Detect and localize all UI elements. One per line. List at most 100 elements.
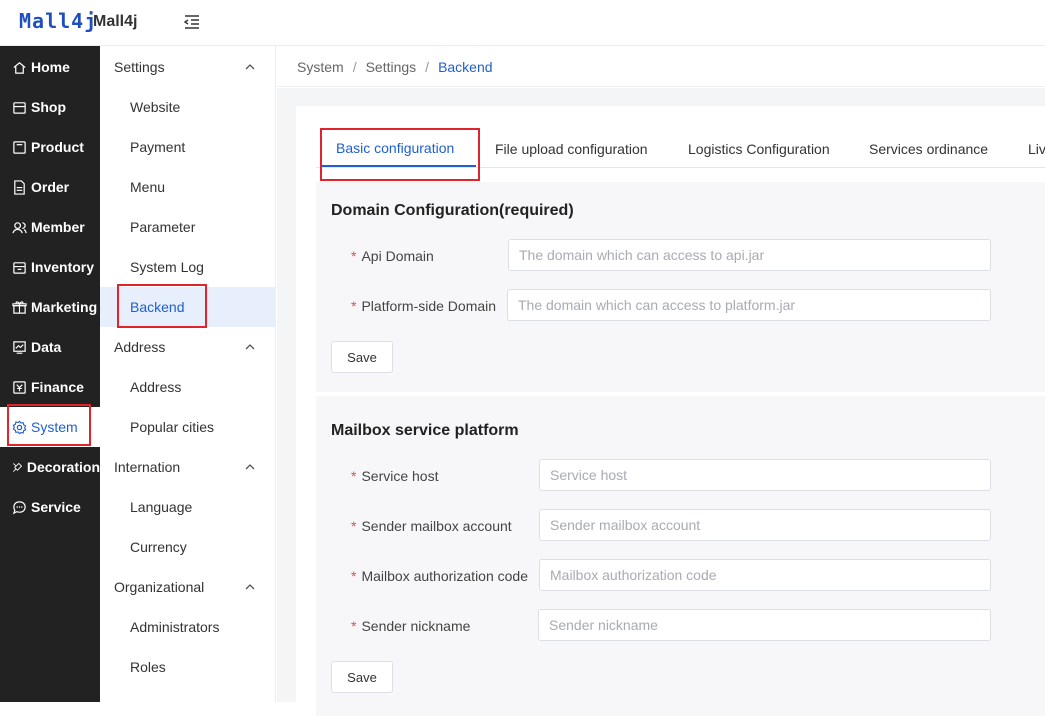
- nav-label: Product: [31, 139, 84, 155]
- shop-icon: [13, 101, 26, 114]
- label-text: Api Domain: [361, 248, 434, 264]
- submenu-item-roles[interactable]: Roles: [100, 647, 276, 687]
- nav-label: Decoration: [26, 459, 100, 475]
- chevron-up-icon: [245, 344, 255, 350]
- nav-item-order[interactable]: Order: [0, 167, 100, 207]
- nav-label: Data: [31, 339, 62, 355]
- gift-icon: [12, 300, 27, 314]
- nav-item-shop[interactable]: Shop: [0, 87, 100, 127]
- nav-item-decoration[interactable]: Decoration: [0, 447, 100, 487]
- tab-live[interactable]: Live: [1028, 141, 1045, 157]
- submenu-group-address[interactable]: Address: [100, 327, 276, 367]
- chart-icon: [13, 340, 26, 354]
- submenu-item-backend[interactable]: Backend: [100, 287, 276, 327]
- save-mailbox-button[interactable]: Save: [331, 661, 393, 693]
- platform-domain-input[interactable]: [507, 289, 991, 321]
- sender-mailbox-account-label: * Sender mailbox account: [351, 518, 512, 534]
- submenu-item-menu[interactable]: Menu: [100, 167, 276, 207]
- submenu-item-website[interactable]: Website: [100, 87, 276, 127]
- nav-label: Member: [31, 219, 85, 235]
- sender-nickname-label: * Sender nickname: [351, 618, 470, 634]
- section-title: Domain Configuration(required): [331, 202, 574, 219]
- service-host-label: * Service host: [351, 468, 439, 484]
- submenu-group-organizational[interactable]: Organizational: [100, 567, 276, 607]
- breadcrumb-system[interactable]: System: [297, 59, 344, 75]
- nav-label: Service: [31, 499, 81, 515]
- service-host-input[interactable]: [539, 459, 991, 491]
- main-content: Basic configuration File upload configur…: [277, 88, 1045, 716]
- nav-item-finance[interactable]: Finance: [0, 367, 100, 407]
- logo: Mall4j: [19, 9, 98, 33]
- settings-card: Basic configuration File upload configur…: [296, 106, 1045, 716]
- breadcrumb: System / Settings / Backend: [277, 47, 1045, 87]
- collapse-menu-icon[interactable]: [182, 12, 202, 32]
- nav-item-marketing[interactable]: Marketing: [0, 287, 100, 327]
- nav-item-member[interactable]: Member: [0, 207, 100, 247]
- save-domain-button[interactable]: Save: [331, 341, 393, 373]
- required-mark: *: [351, 618, 357, 634]
- required-mark: *: [351, 298, 357, 314]
- submenu-item-system-log[interactable]: System Log: [100, 247, 276, 287]
- gear-icon: [12, 420, 27, 434]
- submenu-item-address[interactable]: Address: [100, 367, 276, 407]
- submenu-item-language[interactable]: Language: [100, 487, 276, 527]
- nav-item-inventory[interactable]: Inventory: [0, 247, 100, 287]
- api-domain-label: * Api Domain: [351, 248, 434, 264]
- section-title: Mailbox service platform: [331, 422, 519, 439]
- breadcrumb-backend: Backend: [438, 58, 493, 75]
- submenu-item-parameter[interactable]: Parameter: [100, 207, 276, 247]
- nav-item-system[interactable]: System: [0, 407, 100, 447]
- submenu-item-popular-cities[interactable]: Popular cities: [100, 407, 276, 447]
- active-tab-indicator: [321, 165, 476, 167]
- nav-item-data[interactable]: Data: [0, 327, 100, 367]
- inventory-icon: [13, 261, 26, 274]
- home-icon: [13, 61, 26, 74]
- label-text: Sender nickname: [361, 618, 471, 634]
- nav-label: Marketing: [31, 299, 98, 315]
- required-mark: *: [351, 248, 357, 264]
- nav-label: Inventory: [31, 259, 95, 275]
- sub-menu: Settings Website Payment Menu Parameter …: [100, 46, 276, 702]
- product-icon: [13, 140, 26, 154]
- nav-item-product[interactable]: Product: [0, 127, 100, 167]
- nav-label: Order: [31, 179, 70, 195]
- submenu-item-administrators[interactable]: Administrators: [100, 607, 276, 647]
- chat-icon: [12, 500, 26, 514]
- domain-configuration-section: Domain Configuration(required) * Api Doma…: [316, 182, 1045, 392]
- sender-mailbox-account-input[interactable]: [539, 509, 991, 541]
- nav-item-home[interactable]: Home: [0, 47, 100, 87]
- tab-file-upload-configuration[interactable]: File upload configuration: [495, 141, 648, 157]
- platform-domain-label: * Platform-side Domain: [351, 298, 496, 314]
- breadcrumb-separator: /: [352, 58, 357, 75]
- nav-label: Shop: [31, 99, 66, 115]
- label-text: Mailbox authorization code: [361, 568, 528, 584]
- finance-icon: [13, 380, 26, 394]
- chevron-up-icon: [245, 64, 255, 70]
- submenu-group-settings[interactable]: Settings: [100, 47, 276, 87]
- tab-basic-configuration[interactable]: Basic configuration: [336, 140, 454, 156]
- mailbox-service-section: Mailbox service platform *Service host *…: [316, 396, 1045, 716]
- sender-nickname-input[interactable]: [538, 609, 991, 641]
- submenu-group-label: Organizational: [114, 579, 205, 595]
- api-domain-input[interactable]: [508, 239, 991, 271]
- tab-logistics-configuration[interactable]: Logistics Configuration: [688, 141, 830, 157]
- submenu-item-payment[interactable]: Payment: [100, 127, 276, 167]
- breadcrumb-settings[interactable]: Settings: [366, 59, 417, 75]
- submenu-group-label: Address: [114, 339, 166, 355]
- submenu-item-currency[interactable]: Currency: [100, 527, 276, 567]
- chevron-up-icon: [245, 584, 255, 590]
- label-text: Service host: [361, 468, 439, 484]
- required-mark: *: [351, 568, 357, 584]
- tab-bar: Basic configuration File upload configur…: [316, 106, 1045, 168]
- member-icon: [12, 221, 27, 233]
- tab-services-ordinance[interactable]: Services ordinance: [869, 141, 988, 157]
- breadcrumb-separator: /: [425, 58, 430, 75]
- nav-item-service[interactable]: Service: [0, 487, 100, 527]
- mailbox-authorization-code-input[interactable]: [539, 559, 991, 591]
- submenu-group-internation[interactable]: Internation: [100, 447, 276, 487]
- main-nav: Home Shop Product Order Member Inventory…: [0, 46, 100, 702]
- submenu-group-label: Internation: [114, 459, 181, 475]
- required-mark: *: [351, 518, 357, 534]
- label-text: Platform-side Domain: [361, 298, 497, 314]
- nav-label: System: [31, 419, 78, 435]
